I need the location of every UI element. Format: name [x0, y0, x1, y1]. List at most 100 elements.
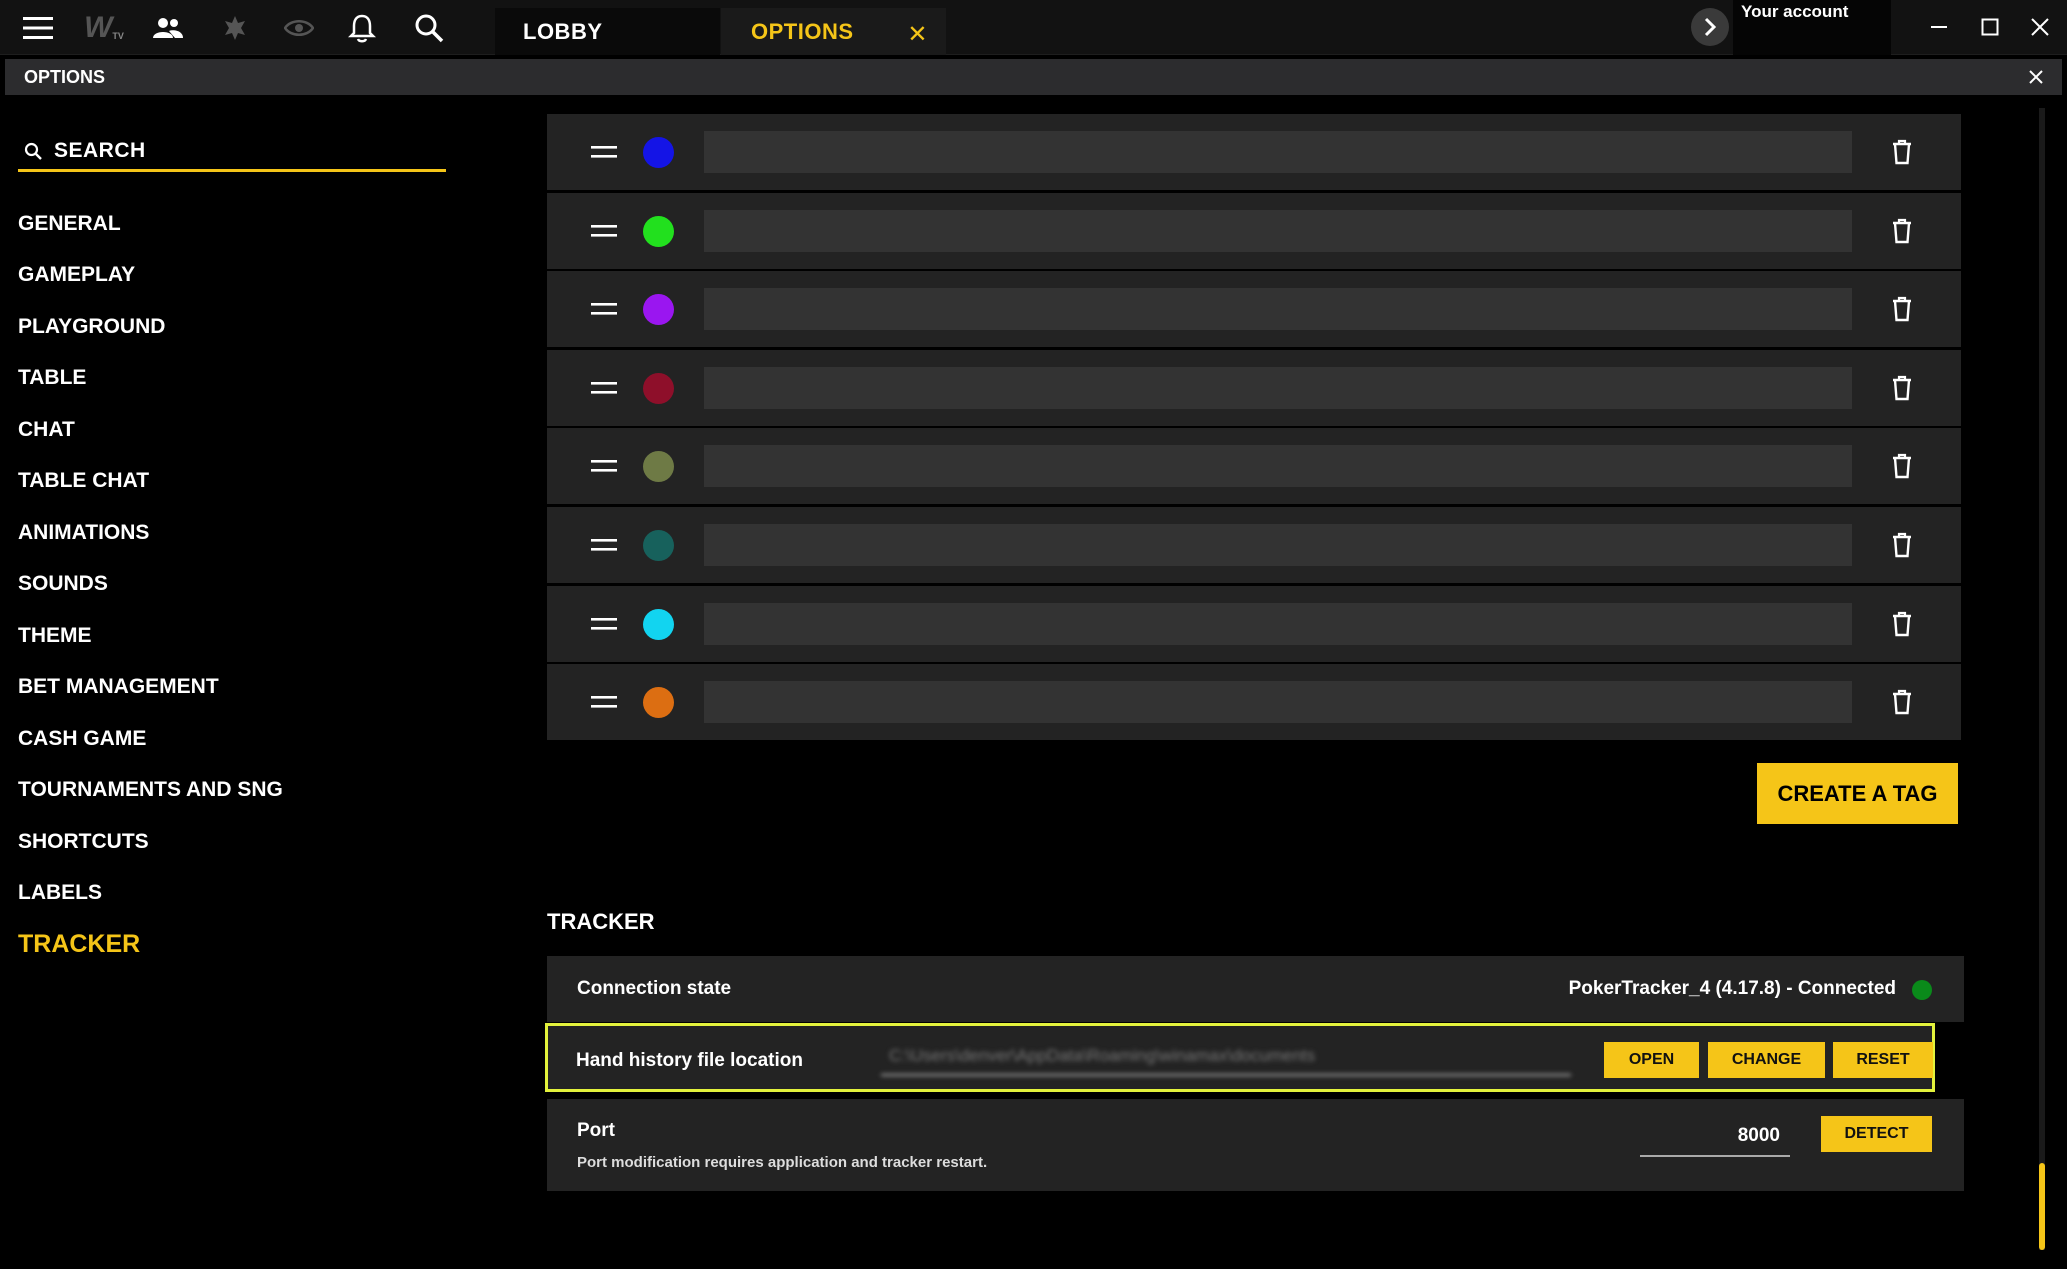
open-button[interactable]: OPEN: [1604, 1042, 1699, 1078]
sidebar-item-tracker[interactable]: TRACKER: [18, 919, 283, 971]
logo-sub: TV: [112, 31, 124, 41]
sidebar-item-table[interactable]: TABLE: [18, 353, 283, 405]
trash-icon[interactable]: [1886, 215, 1918, 247]
create-tag-button[interactable]: CREATE A TAG: [1757, 763, 1958, 824]
search-label: SEARCH: [54, 138, 146, 162]
sidebar-item-animations[interactable]: ANIMATIONS: [18, 507, 283, 559]
sidebar-item-tournaments-and-sng[interactable]: TOURNAMENTS AND SNG: [18, 765, 283, 817]
search-icon: [24, 142, 42, 160]
minimize-button[interactable]: [1919, 10, 1959, 44]
tag-color-swatch[interactable]: [643, 372, 674, 404]
tag-row: [547, 664, 1961, 741]
trash-icon[interactable]: [1886, 686, 1918, 718]
close-tab-icon[interactable]: ✕: [907, 20, 928, 49]
options-title: OPTIONS: [24, 66, 106, 87]
trash-icon[interactable]: [1886, 450, 1918, 482]
drag-handle-icon[interactable]: [591, 664, 617, 740]
sidebar-item-labels[interactable]: LABELS: [18, 868, 283, 920]
detect-button[interactable]: DETECT: [1821, 1116, 1932, 1152]
eye-icon[interactable]: [279, 8, 319, 48]
winamax-tv-logo[interactable]: W TV: [80, 8, 128, 48]
expand-chevron-button[interactable]: [1691, 8, 1729, 46]
search-input[interactable]: SEARCH: [18, 132, 446, 172]
tag-name-input[interactable]: [704, 288, 1852, 331]
connection-state-label: Connection state: [577, 978, 732, 999]
sidebar-item-playground[interactable]: PLAYGROUND: [18, 301, 283, 353]
tag-color-swatch[interactable]: [643, 687, 674, 719]
sidebar-item-shortcuts[interactable]: SHORTCUTS: [18, 816, 283, 868]
drag-handle-icon[interactable]: [591, 586, 617, 662]
search-icon[interactable]: [409, 8, 449, 48]
chevron-right-icon: [1704, 17, 1717, 37]
sidebar-item-table-chat[interactable]: TABLE CHAT: [18, 456, 283, 508]
account-button[interactable]: Your account: [1733, 0, 1891, 55]
connection-status-dot: [1912, 980, 1932, 1000]
tag-name-input[interactable]: [704, 681, 1852, 724]
trash-icon[interactable]: [1886, 293, 1918, 325]
tag-name-input[interactable]: [704, 131, 1852, 173]
bell-icon[interactable]: [342, 8, 382, 48]
sidebar-item-sounds[interactable]: SOUNDS: [18, 559, 283, 611]
hand-history-path-field[interactable]: C:\Users\denver\AppData\Roaming\winamax\…: [881, 1038, 1571, 1076]
tag-row: [547, 507, 1961, 583]
tag-color-swatch[interactable]: [643, 451, 674, 483]
sidebar-item-bet-management[interactable]: BET MANAGEMENT: [18, 662, 283, 714]
drag-handle-icon[interactable]: [591, 507, 617, 583]
maximize-button[interactable]: [1970, 10, 2010, 44]
sidebar-item-general[interactable]: GENERAL: [18, 198, 283, 250]
change-button[interactable]: CHANGE: [1708, 1042, 1825, 1078]
hand-history-row: Hand history file location C:\Users\denv…: [545, 1023, 1935, 1092]
port-label: Port: [577, 1120, 615, 1141]
tracker-section-title: TRACKER: [547, 909, 655, 934]
hand-history-label: Hand history file location: [576, 1050, 803, 1071]
tag-name-input[interactable]: [704, 524, 1852, 566]
tab-options-label: OPTIONS: [751, 18, 854, 44]
sidebar-item-cash-game[interactable]: CASH GAME: [18, 713, 283, 765]
sidebar-item-chat[interactable]: CHAT: [18, 404, 283, 456]
port-note: Port modification requires application a…: [577, 1154, 988, 1171]
tag-row: [547, 428, 1961, 505]
trash-icon[interactable]: [1886, 529, 1918, 561]
account-label: Your account: [1741, 2, 1849, 21]
poker-icon[interactable]: [215, 8, 255, 48]
tag-name-input[interactable]: [704, 209, 1852, 252]
logo-text: W: [84, 11, 113, 44]
reset-button[interactable]: RESET: [1833, 1042, 1933, 1078]
trash-icon[interactable]: [1886, 372, 1918, 404]
options-header: OPTIONS: [5, 59, 2062, 95]
tag-color-swatch[interactable]: [643, 608, 674, 640]
port-row: Port Port modification requires applicat…: [547, 1099, 1964, 1191]
trash-icon[interactable]: [1886, 136, 1918, 168]
drag-handle-icon[interactable]: [591, 350, 617, 426]
tag-color-swatch[interactable]: [643, 294, 674, 326]
trash-icon[interactable]: [1886, 608, 1918, 640]
menu-icon[interactable]: [18, 8, 58, 48]
tag-row: [547, 271, 1961, 348]
drag-handle-icon[interactable]: [591, 193, 617, 269]
tag-name-input[interactable]: [704, 602, 1852, 645]
tag-row: [547, 349, 1961, 426]
connection-state-value: PokerTracker_4 (4.17.8) - Connected: [1568, 978, 1896, 999]
sidebar-item-gameplay[interactable]: GAMEPLAY: [18, 250, 283, 302]
connection-state-row: Connection state PokerTracker_4 (4.17.8)…: [547, 956, 1964, 1022]
tag-color-swatch[interactable]: [643, 530, 674, 561]
tab-lobby-label: LOBBY: [523, 18, 603, 44]
tag-color-swatch[interactable]: [643, 215, 674, 247]
tag-name-input[interactable]: [704, 366, 1852, 409]
tag-row: [547, 585, 1961, 662]
close-window-button[interactable]: [2020, 10, 2060, 44]
port-input[interactable]: 8000: [1640, 1117, 1790, 1157]
close-options-icon[interactable]: [2024, 65, 2048, 89]
tab-lobby[interactable]: LOBBY: [495, 8, 720, 55]
tag-color-swatch[interactable]: [643, 137, 674, 168]
drag-handle-icon[interactable]: [591, 428, 617, 504]
sidebar-nav: GENERAL GAMEPLAY PLAYGROUND TABLE CHAT T…: [18, 198, 283, 971]
tag-name-input[interactable]: [704, 445, 1852, 488]
friends-icon[interactable]: [148, 8, 188, 48]
scrollbar-track[interactable]: [2039, 108, 2045, 1250]
sidebar-item-theme[interactable]: THEME: [18, 610, 283, 662]
tab-options[interactable]: OPTIONS ✕: [721, 8, 946, 55]
drag-handle-icon[interactable]: [591, 114, 617, 190]
drag-handle-icon[interactable]: [591, 271, 617, 347]
scrollbar-thumb[interactable]: [2039, 1163, 2045, 1250]
